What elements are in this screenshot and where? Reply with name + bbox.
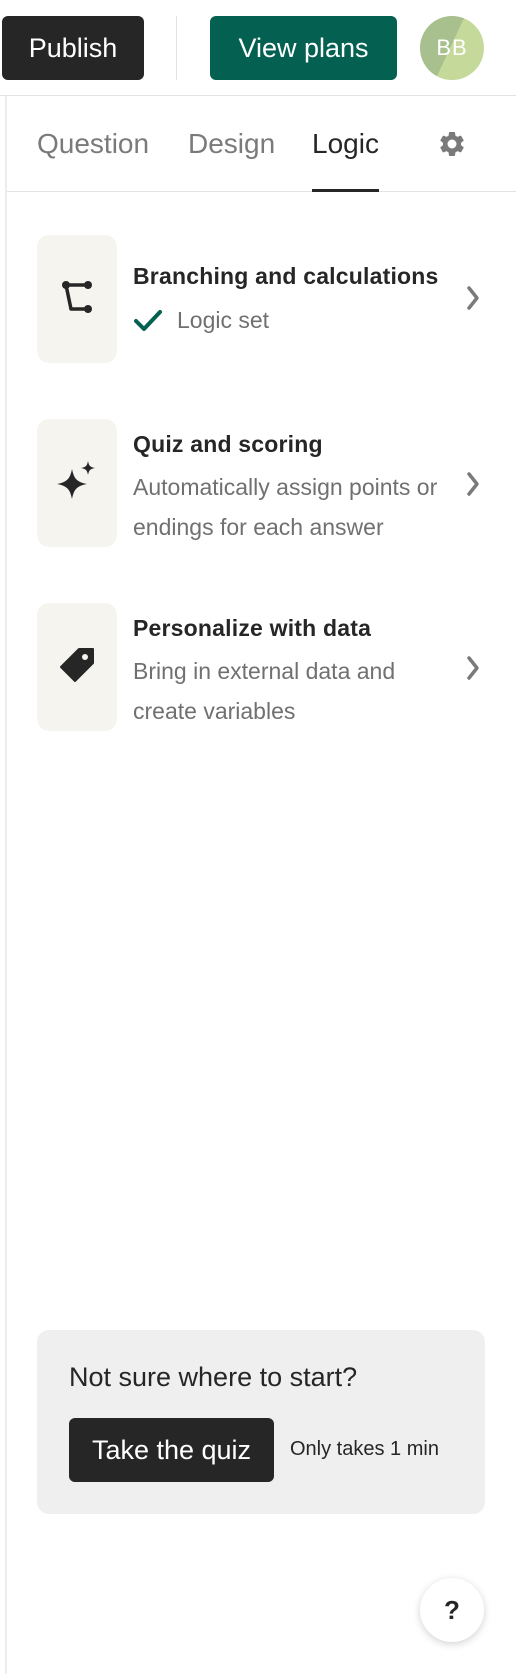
gear-icon[interactable] (434, 126, 470, 162)
branch-icon-box (37, 235, 117, 363)
logic-item-title: Quiz and scoring (133, 431, 323, 457)
logic-item-title: Branching and calculations (133, 263, 439, 289)
onboarding-title: Not sure where to start? (69, 1362, 358, 1392)
logic-item-quiz-scoring[interactable]: Quiz and scoring Automatically assign po… (37, 419, 479, 549)
logic-item-branching[interactable]: Branching and calculations Logic set (37, 235, 479, 365)
chevron-right-icon (465, 285, 481, 311)
chevron-right-icon (465, 471, 481, 497)
logic-item-title: Personalize with data (133, 615, 372, 641)
logic-item-personalize[interactable]: Personalize with data Bring in external … (37, 603, 479, 733)
chevron-right-icon (465, 655, 481, 681)
branch-icon (59, 279, 95, 320)
panel-border (5, 96, 7, 1674)
toolbar-divider (176, 16, 177, 80)
logic-item-description: Automatically assign points or endings f… (133, 474, 438, 540)
sparkle-icon (57, 460, 97, 506)
logic-item-description: Bring in external data and create variab… (133, 658, 396, 724)
logic-status-text: Logic set (177, 307, 270, 333)
quiz-duration-note: Only takes 1 min (290, 1438, 439, 1460)
logic-status: Logic set (133, 307, 269, 334)
sparkle-icon-box (37, 419, 117, 547)
help-button[interactable]: ? (420, 1578, 484, 1642)
tab-logic[interactable]: Logic (312, 96, 379, 192)
publish-button[interactable]: Publish (2, 16, 144, 80)
check-icon (133, 308, 163, 334)
tag-icon-box (37, 603, 117, 731)
tab-design[interactable]: Design (188, 96, 275, 192)
take-quiz-button[interactable]: Take the quiz (69, 1418, 274, 1482)
view-plans-button[interactable]: View plans (210, 16, 397, 80)
avatar[interactable]: BB (420, 16, 484, 80)
top-bar: Publish View plans BB (0, 0, 516, 96)
tab-question[interactable]: Question (37, 96, 149, 192)
tag-icon (59, 647, 95, 688)
onboarding-card: Not sure where to start? Take the quiz O… (37, 1330, 485, 1514)
